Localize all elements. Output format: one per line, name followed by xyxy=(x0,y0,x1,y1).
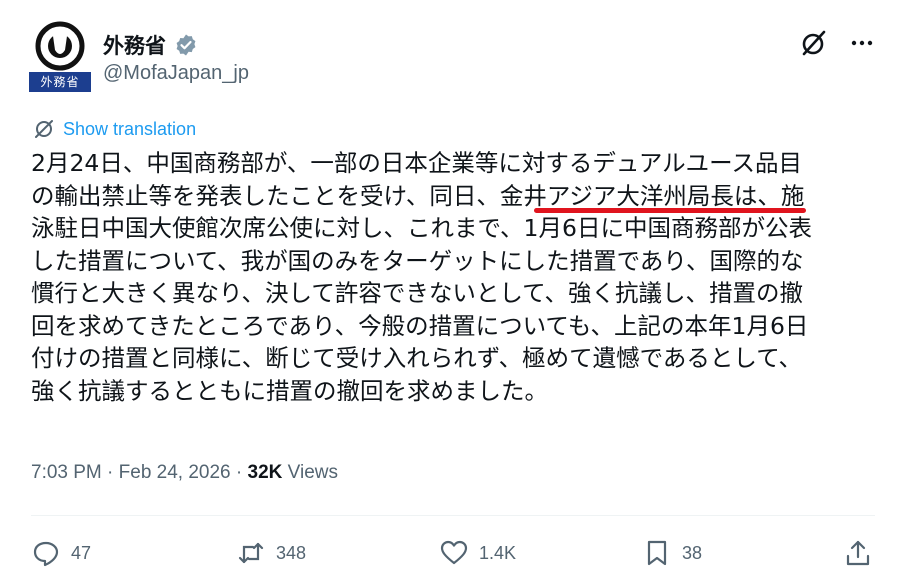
repost-icon xyxy=(238,542,264,564)
grok-icon[interactable] xyxy=(799,28,829,58)
post-line: 慣行と大きく異なり、決して許容できないとして、強く抗議し、措置の撤 xyxy=(31,279,803,307)
more-options-icon[interactable] xyxy=(847,28,877,58)
post-line: 強く抗議するとともに措置の撤回を求めました。 xyxy=(31,376,548,405)
post-meta: 7:03 PM · Feb 24, 2026 · 32K Views xyxy=(31,462,338,484)
heart-icon xyxy=(440,540,468,565)
reply-icon xyxy=(33,541,59,567)
show-translation-link[interactable]: Show translation xyxy=(33,118,196,140)
reply-button[interactable]: 47 xyxy=(31,535,91,571)
views-count: 32K xyxy=(247,462,283,483)
handle[interactable]: @MofaJapan_jp xyxy=(103,62,249,85)
like-button[interactable]: 1.4K xyxy=(439,535,516,571)
share-icon xyxy=(846,540,870,566)
avatar[interactable]: 外務省 xyxy=(29,20,91,92)
top-actions xyxy=(799,28,877,58)
repost-count: 348 xyxy=(276,542,307,563)
show-translation-label[interactable]: Show translation xyxy=(63,119,196,140)
divider xyxy=(31,515,875,516)
post-body: 2月24日、中国商務部が、一部の日本企業等に対するデュアルユース品目 の輸出禁止… xyxy=(31,147,877,407)
author-name-row[interactable]: 外務省 xyxy=(103,30,198,60)
action-bar: 47 348 1.4K 38 xyxy=(31,535,879,571)
repost-button[interactable]: 348 xyxy=(236,535,306,571)
post-line: 2月24日、中国商務部が、一部の日本企業等に対するデュアルユース品目 xyxy=(31,149,803,177)
bookmark-count: 38 xyxy=(682,542,703,563)
display-name[interactable]: 外務省 xyxy=(103,30,166,60)
share-button[interactable] xyxy=(843,535,873,571)
views-label: Views xyxy=(282,462,338,483)
post-line: した措置について、我が国のみをターゲットにした措置であり、国際的な xyxy=(31,246,804,275)
post-line: 回を求めてきたところであり、今般の措置についても、上記の本年1月6日 xyxy=(31,311,809,340)
like-count: 1.4K xyxy=(479,542,517,563)
post-line: 付けの措置と同様に、断じて受け入れられず、極めて遺憾であるとして、 xyxy=(31,344,803,372)
verified-badge-icon xyxy=(176,34,196,56)
timestamp[interactable]: 7:03 PM · Feb 24, 2026 · xyxy=(31,462,248,483)
reply-count: 47 xyxy=(71,542,92,563)
ministry-emblem-icon xyxy=(35,21,85,71)
bookmark-icon xyxy=(647,540,667,566)
bookmark-button[interactable]: 38 xyxy=(642,535,702,571)
avatar-label: 外務省 xyxy=(29,72,91,92)
post-line: 泳駐日中国大使館次席公使に対し、これまで、1月6日に中国商務部が公表 xyxy=(31,214,812,242)
translate-icon xyxy=(35,120,53,138)
red-underline-annotation xyxy=(534,208,806,213)
